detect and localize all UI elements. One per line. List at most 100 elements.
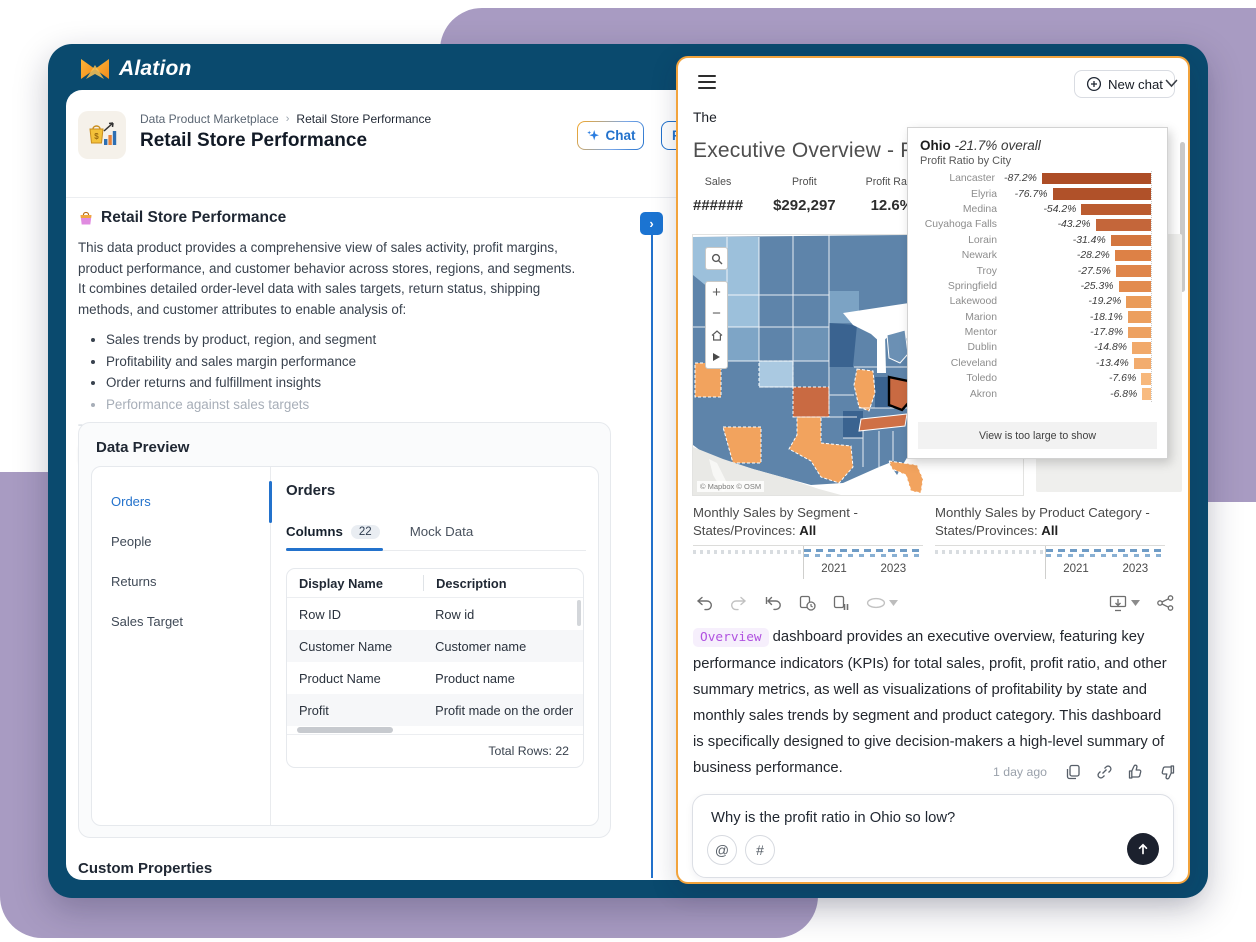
thumbs-up-icon[interactable] [1128, 764, 1144, 780]
chart1-preview[interactable]: 2021 2023 [693, 545, 923, 579]
zoom-out-button[interactable]: − [712, 309, 721, 319]
about-bullet: Sales trends by product, region, and seg… [106, 329, 586, 351]
zero-axis-line [1151, 171, 1152, 402]
dashboard-toolbar [696, 591, 1174, 615]
about-paragraph: This data product provides a comprehensi… [78, 238, 586, 320]
city-bar [1111, 235, 1151, 247]
dataset-nav-item[interactable]: Sales Target [92, 601, 270, 641]
shopping-bag-chart-icon: $ [86, 119, 118, 151]
chevron-down-icon[interactable] [1165, 79, 1178, 88]
table-row[interactable]: Customer Name Customer name [287, 630, 583, 662]
chart2-preview[interactable]: 2021 2023 [935, 545, 1165, 579]
pause-updates-icon[interactable] [833, 595, 849, 611]
tooltip-title: Ohio -21.7% overall [920, 138, 1157, 153]
map-control-group: + − [705, 281, 728, 369]
tooltip-footer: View is too large to show [918, 422, 1157, 449]
shopping-bag-emoji-icon [78, 210, 94, 226]
breadcrumb-current[interactable]: Retail Store Performance [296, 112, 431, 126]
dataset-nav-item[interactable]: Returns [92, 561, 270, 601]
new-chat-button[interactable]: New chat [1074, 70, 1175, 98]
city-bar [1134, 358, 1151, 370]
page-title: Retail Store Performance [140, 130, 367, 152]
columns-table: Display Name Description Row ID Row id [286, 568, 584, 768]
redo-icon[interactable] [730, 596, 747, 611]
pan-arrow-icon[interactable] [712, 352, 721, 362]
year-tick: 2021 [1063, 563, 1089, 575]
message-meta: 1 day ago [693, 764, 1175, 780]
table-body: Row ID Row id Customer Name Customer nam… [287, 598, 583, 726]
table-row[interactable]: Row ID Row id [287, 598, 583, 630]
tab-columns[interactable]: Columns 22 [286, 524, 380, 539]
revert-icon[interactable] [764, 596, 782, 611]
city-bar [1128, 311, 1151, 323]
breadcrumb-parent[interactable]: Data Product Marketplace [140, 112, 279, 126]
about-bullet: Order returns and fulfillment insights [106, 372, 586, 394]
custom-properties-heading: Custom Properties [78, 860, 212, 877]
about-heading: Retail Store Performance [78, 209, 586, 227]
tab-mock-data[interactable]: Mock Data [410, 524, 474, 539]
assistant-message: Overviewdashboard provides an executive … [693, 624, 1175, 781]
col-description: Description [423, 575, 583, 591]
chat-input[interactable]: Why is the profit ratio in Ohio so low? [711, 810, 955, 826]
city-row: Medina -54.2% [920, 202, 1151, 217]
map-search-button[interactable] [705, 247, 728, 270]
refresh-data-icon[interactable] [799, 595, 816, 611]
dataset-nav: OrdersPeopleReturnsSales Target [92, 467, 270, 825]
sparkle-icon [586, 129, 600, 143]
dataset-nav-item[interactable]: Orders [92, 481, 270, 521]
overview-chip[interactable]: Overview [693, 628, 769, 647]
table-footer: Total Rows: 22 [287, 734, 583, 767]
view-loop-dropdown[interactable] [866, 597, 898, 609]
dataset-tabs: Columns 22 Mock Data [286, 524, 473, 539]
city-bar [1081, 204, 1151, 216]
arrow-up-icon [1136, 842, 1150, 856]
search-icon [711, 253, 723, 265]
table-row[interactable]: Profit Profit made on the order [287, 694, 583, 726]
chat-button[interactable]: Chat [577, 121, 644, 150]
message-timestamp: 1 day ago [993, 765, 1047, 779]
caret-down-icon [889, 600, 898, 606]
mention-button[interactable]: @ [707, 835, 737, 865]
expand-panel-button[interactable]: › [640, 212, 663, 235]
copy-icon[interactable] [1065, 764, 1081, 780]
city-bar [1142, 388, 1151, 400]
download-dropdown[interactable] [1109, 595, 1140, 612]
table-vertical-scrollbar[interactable] [577, 600, 581, 626]
alation-mark-icon [78, 56, 112, 82]
table-row[interactable]: Product Name Product name [287, 662, 583, 694]
link-icon[interactable] [1096, 764, 1113, 780]
about-bullets: Sales trends by product, region, and seg… [106, 329, 586, 415]
city-bar [1126, 296, 1151, 308]
col-display-name: Display Name [287, 576, 423, 591]
breadcrumb: Data Product Marketplace › Retail Store … [140, 112, 431, 126]
zoom-in-button[interactable]: + [712, 288, 721, 298]
table-horizontal-scrollbar[interactable] [287, 726, 583, 734]
active-tab-underline [286, 548, 383, 551]
menu-icon[interactable] [698, 75, 716, 89]
send-button[interactable] [1127, 833, 1159, 865]
hashtag-button[interactable]: # [745, 835, 775, 865]
thumbs-down-icon[interactable] [1159, 764, 1175, 780]
undo-icon[interactable] [696, 596, 713, 611]
dashboard-title: Executive Overview - P [693, 139, 914, 163]
profit-ratio-by-city: Lancaster -87.2% Elyria -76.7% Medina -5… [920, 171, 1157, 402]
share-icon[interactable] [1157, 595, 1174, 611]
data-product-icon: $ [78, 111, 126, 159]
year-tick: 2023 [1123, 563, 1149, 575]
alation-logo: Alation [78, 56, 192, 82]
city-bar [1128, 327, 1151, 339]
data-preview-inner: OrdersPeopleReturnsSales Target Orders C… [91, 466, 599, 826]
dataset-title: Orders [286, 482, 335, 499]
city-row: Newark -28.2% [920, 248, 1151, 263]
year-tick: 2021 [821, 563, 847, 575]
city-row: Toledo -7.6% [920, 371, 1151, 386]
plus-circle-icon [1086, 76, 1102, 92]
city-bar [1096, 219, 1152, 231]
svg-text:$: $ [94, 132, 99, 141]
ohio-tooltip: Ohio -21.7% overall Profit Ratio by City… [907, 127, 1168, 459]
city-row: Mentor -17.8% [920, 325, 1151, 340]
city-row: Akron -6.8% [920, 386, 1151, 401]
home-icon[interactable] [711, 330, 723, 341]
city-bar [1042, 173, 1151, 185]
dataset-nav-item[interactable]: People [92, 521, 270, 561]
